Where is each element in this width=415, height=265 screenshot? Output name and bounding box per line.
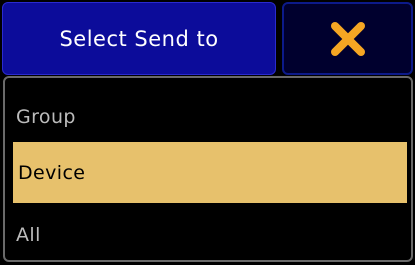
close-button[interactable] <box>282 2 413 75</box>
close-icon <box>330 21 365 56</box>
popup-title-bar: Select Send to <box>2 2 276 75</box>
select-send-to-popup: Select Send to Group Device All <box>0 0 415 265</box>
option-device-selected[interactable]: Device <box>13 142 407 203</box>
option-label: All <box>16 223 41 246</box>
option-label: Device <box>18 161 86 184</box>
option-group[interactable]: Group <box>5 89 411 144</box>
option-all[interactable]: All <box>5 207 411 260</box>
popup-title: Select Send to <box>59 26 219 51</box>
option-label: Group <box>16 105 76 128</box>
send-to-option-list: Group Device All <box>3 76 413 262</box>
